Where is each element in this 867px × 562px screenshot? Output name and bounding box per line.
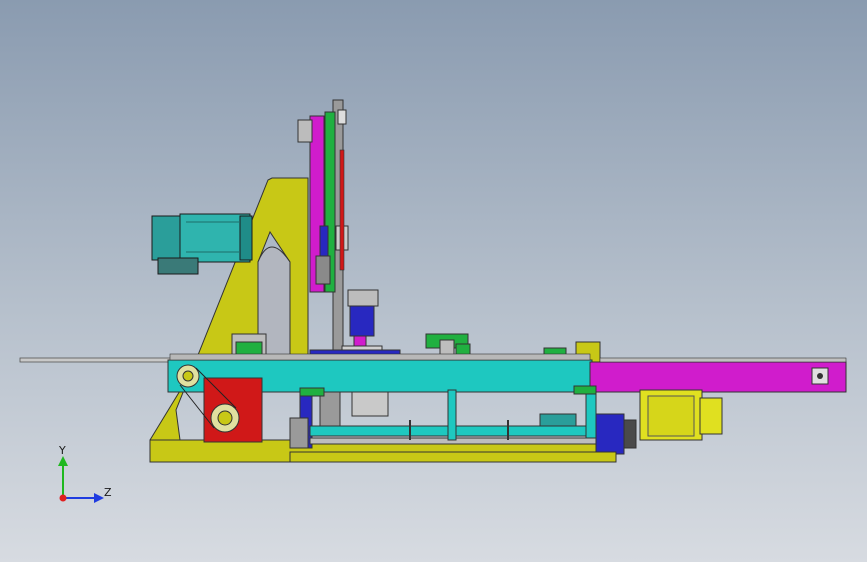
right-drive [595,389,723,455]
clamp-head [341,289,383,359]
z-axis-label: Z [104,486,112,499]
y-axis-label: Y [58,444,66,457]
magenta-rail [589,357,847,393]
lower-carriage [289,389,601,449]
origin-dot-icon [59,494,67,502]
axis-triad: Y Z [58,444,112,503]
z-arrow-icon [94,493,104,503]
feed-rod [19,357,181,363]
cad-assembly-view: Y Z [19,99,847,503]
base-plate [289,451,617,463]
y-arrow-icon [58,456,68,466]
